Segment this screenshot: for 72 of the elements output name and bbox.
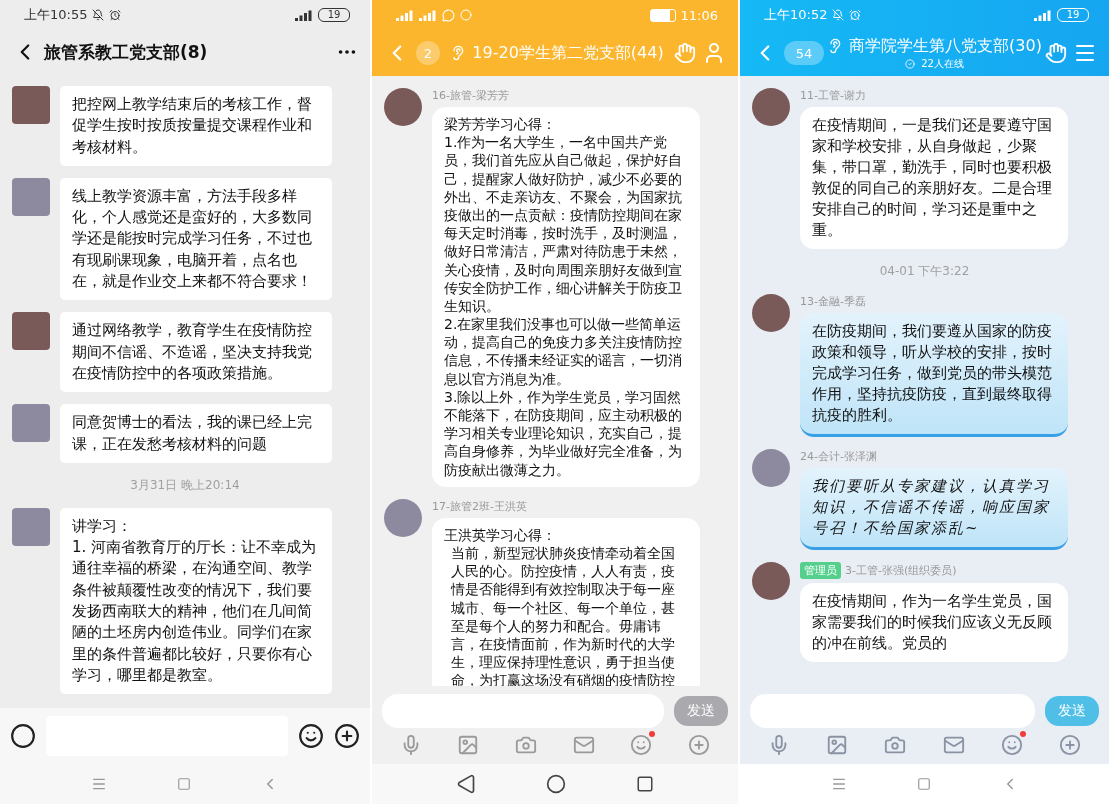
envelope-icon[interactable] — [572, 734, 595, 756]
sender-name: 13-金融-季磊 — [800, 294, 866, 309]
battery-icon — [649, 8, 676, 22]
message-text: 我们要听从专家建议，认真学习知识，不信谣不传谣，响应国家号召！不给国家添乱~ — [812, 476, 1051, 539]
signal-icon — [396, 9, 414, 21]
avatar-placeholder — [752, 449, 790, 487]
message-text: 同意贺博士的看法，我的课已经上完课，正在发愁考核材料的问题 — [72, 412, 313, 455]
bell-off-icon — [832, 9, 845, 21]
unread-count[interactable]: 54 — [784, 41, 824, 65]
sender-name: 17-旅管2班-王洪英 — [432, 498, 527, 514]
avatar-placeholder — [384, 498, 422, 537]
message-text: 在防疫期间，我们要遵从国家的防疫政策和领导，听从学校的安排，按时完成学习任务，做到党员的带头模范作用，坚持抗疫防疫，直到最终取得抗疫的胜利。 — [812, 321, 1053, 426]
recent-apps-icon[interactable] — [636, 775, 654, 793]
message-text: 梁芳芳学习心得： — [444, 115, 557, 134]
signal-icon — [419, 9, 437, 21]
message-text: 讲学习： — [72, 515, 133, 537]
online-icon — [905, 58, 916, 69]
chat-title: 19-20学生第二党支部(44) — [472, 42, 664, 64]
online-count: 22人在线 — [921, 56, 964, 71]
menu-nav-icon[interactable] — [830, 776, 847, 792]
role-tag: 管理员 — [800, 562, 841, 579]
sender-name: 24-会计-张泽渊 — [800, 449, 877, 464]
image-icon[interactable] — [457, 734, 480, 756]
avatar-placeholder — [12, 312, 50, 351]
avatar-placeholder — [12, 86, 50, 124]
status-time: 上午10:52 — [764, 6, 828, 24]
chat-title: 旅管系教工党支部(8) — [44, 40, 208, 64]
message-text: 王洪英学习心得： — [444, 525, 557, 544]
sender-name: 3-工管-张强(组织委员) — [845, 563, 957, 578]
emoji-icon[interactable] — [298, 723, 324, 749]
unread-count[interactable]: 2 — [416, 41, 440, 65]
menu-nav-icon[interactable] — [91, 776, 107, 792]
avatar-placeholder — [384, 88, 422, 126]
message-text: 在疫情期间，一是我们还是要遵守国家和学校安排，从自身做起，少聚集，带口罩，勤洗手，同时也要积极敦促的同自己的亲朋好友。二是合理安排自己的时间，学习还是重中之重。 — [812, 115, 1053, 241]
alarm-icon — [109, 9, 122, 21]
sender-name: 11-工管-谢力 — [800, 88, 866, 103]
plus-icon[interactable] — [334, 723, 360, 749]
bell-off-icon — [92, 9, 105, 21]
circle-icon — [460, 9, 472, 21]
status-time: 上午10:55 — [24, 6, 88, 24]
status-time: 11:06 — [680, 7, 718, 23]
avatar-placeholder — [752, 294, 790, 332]
message-text: 线上教学资源丰富，方法手段多样化，个人感觉还是蛮好的，大多数同学还是能按时完成学习任务，不过也有现刷课现象，电脑开着，点名也在，就是作业交上来都不符合要求！ — [72, 185, 313, 293]
avatar-placeholder — [12, 177, 50, 216]
avatar-placeholder — [12, 404, 50, 443]
camera-icon[interactable] — [884, 734, 907, 756]
back-nav-icon[interactable] — [456, 774, 476, 794]
message-text: 通过网络教学，教育学生在疫情防控期间不信谣、不造谣，坚决支持我党在疫情防控中的各项政策措施。 — [72, 320, 313, 384]
battery-level: 19 — [1057, 8, 1089, 22]
message-time: 04-01 下午3:22 — [879, 263, 970, 280]
message-text: 3.除以上外，作为学生党员，学习固然不能落下，在防疫期间，应主动积极的学习相关专业理论知识，充实自己，提高自身修养，为毕业做好完全准备，为防疫献出微薄之力。 — [444, 387, 683, 479]
message-text: 把控网上教学结束后的考核工作，督促学生按时按质按量提交课程作业和考核材料。 — [72, 94, 313, 158]
chat-icon — [442, 8, 455, 22]
avatar-placeholder — [752, 88, 790, 126]
message-text: 1.作为一名大学生，一名中国共产党员，我们首先应从自己做起，保护好自己，提醒家人做好防护，减少不必要的外出、不走亲访友、不聚会，为国家抗疫做出的一点贡献：疫情防控期间在家每天定时消毒，按时洗手，及时测温，做好日常清洁，严肃对待防患于未然，关心疫情，及时向周围亲朋好友做到宣传安全防护工作，细心讲解关于防疫卫生知识。 — [444, 133, 683, 316]
hand-icon[interactable] — [1045, 42, 1067, 64]
hand-icon[interactable] — [674, 42, 696, 64]
alarm-icon — [849, 9, 862, 21]
chat-title: 商学院学生第八党支部(30) — [849, 35, 1042, 57]
sender-name: 16-旅管-梁芳芳 — [432, 88, 509, 103]
message-text: 在疫情期间，作为一名学生党员，国家需要我们的时候我们应该义无反顾的冲在前线。党员的 — [812, 591, 1053, 654]
signal-icon — [295, 9, 313, 21]
message-text: 1. 河南省教育厅的厅长：让不幸成为通往幸福的桥梁，在沟通空间、教学条件被颠覆性改变的情况下，我们要发扬西南联大的精神，他们在几间简陋的土坯房内创造伟业。同学们在家里的条件普遍都比较好，只要你有心学习，哪里都是教室。 — [72, 537, 318, 686]
envelope-icon[interactable] — [942, 734, 965, 756]
camera-icon[interactable] — [515, 734, 538, 756]
message-text: 2.在家里我们没事也可以做一些简单运动，提高自己的免疫力多关注疫情防控信息，不传播未经证实的谣言，一切消息以官方消息为准。 — [444, 315, 683, 388]
battery-level: 19 — [318, 8, 350, 22]
avatar-placeholder — [752, 562, 790, 600]
image-icon[interactable] — [826, 734, 849, 756]
signal-icon — [1034, 9, 1052, 21]
home-nav-icon[interactable] — [546, 774, 566, 794]
avatar-placeholder — [12, 507, 50, 546]
